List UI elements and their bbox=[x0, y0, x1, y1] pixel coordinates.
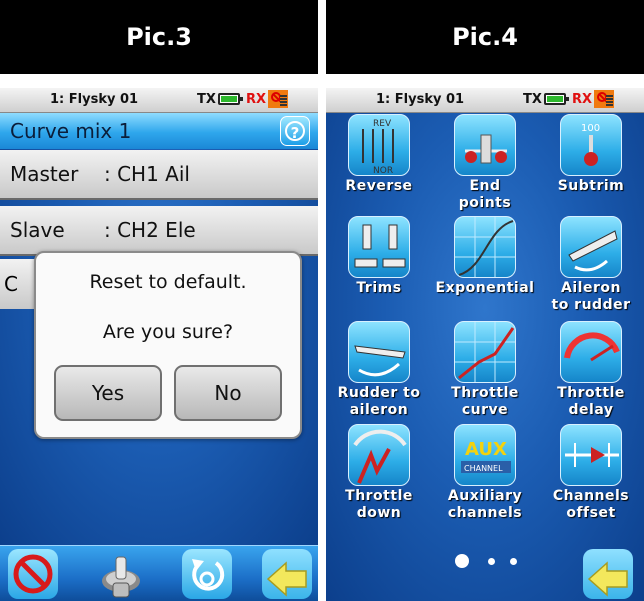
battery-icon bbox=[218, 93, 243, 105]
menu-label: End points bbox=[458, 178, 512, 211]
page-title-bar: Curve mix 1 ? bbox=[0, 113, 318, 149]
menu-trims[interactable]: Trims bbox=[326, 216, 432, 297]
yes-button[interactable]: Yes bbox=[54, 365, 162, 421]
aileron-to-rudder-icon bbox=[560, 216, 622, 278]
menu-label: Channels offset bbox=[552, 488, 630, 521]
menu-label: Auxiliary channels bbox=[447, 488, 523, 521]
help-icon[interactable]: ? bbox=[280, 116, 310, 146]
reset-icon[interactable] bbox=[182, 549, 232, 599]
trims-icon bbox=[348, 216, 410, 278]
exponential-icon bbox=[454, 216, 516, 278]
menu-label: Throttle delay bbox=[557, 385, 625, 418]
menu-label: Exponential bbox=[435, 280, 535, 296]
curve-row-label: C bbox=[4, 272, 18, 296]
menu-label: Subtrim bbox=[557, 178, 625, 194]
dialog-question: Are you sure? bbox=[102, 321, 234, 343]
tx-label: TX bbox=[523, 92, 542, 107]
screen-pic3: Pic.3 1: Flysky 01 TX RX Curve mix 1 ? M… bbox=[0, 0, 318, 601]
menu-reverse[interactable]: REV NOR Reverse bbox=[326, 114, 432, 195]
channels-offset-icon bbox=[560, 424, 622, 486]
menu-throttle-down[interactable]: Throttle down bbox=[326, 424, 432, 522]
master-row[interactable]: Master : CH1 Ail bbox=[0, 150, 318, 200]
svg-text:AUX: AUX bbox=[465, 439, 507, 460]
status-bar: 1: Flysky 01 TX RX bbox=[326, 88, 644, 113]
pic-caption: Pic.3 bbox=[0, 0, 318, 74]
master-value: : CH1 Ail bbox=[104, 162, 190, 186]
menu-throttle-curve[interactable]: Throttle curve bbox=[432, 321, 538, 419]
menu-throttle-delay[interactable]: Throttle delay bbox=[538, 321, 644, 419]
svg-text:CHANNEL: CHANNEL bbox=[464, 464, 503, 473]
rudder-to-aileron-icon bbox=[348, 321, 410, 383]
rx-label: RX bbox=[246, 92, 267, 107]
battery-icon bbox=[544, 93, 569, 105]
divider bbox=[326, 74, 644, 88]
back-icon[interactable] bbox=[262, 549, 312, 599]
menu-exponential[interactable]: Exponential bbox=[432, 216, 538, 297]
menu-channels-offset[interactable]: Channels offset bbox=[538, 424, 644, 522]
bottom-toolbar bbox=[0, 545, 318, 601]
divider bbox=[0, 74, 318, 88]
screen-pic4: Pic.4 1: Flysky 01 TX RX REV NOR Reverse… bbox=[326, 0, 644, 601]
svg-text:NOR: NOR bbox=[373, 166, 393, 176]
menu-subtrim[interactable]: 100 Subtrim bbox=[538, 114, 644, 195]
page-title: Curve mix 1 bbox=[10, 119, 132, 143]
menu-auxiliary-channels[interactable]: AUX CHANNEL Auxiliary channels bbox=[432, 424, 538, 522]
menu-end-points[interactable]: End points bbox=[432, 114, 538, 212]
menu-label: Trims bbox=[356, 280, 402, 296]
menu-label: Reverse bbox=[345, 178, 413, 194]
slave-value: : CH2 Ele bbox=[104, 218, 196, 242]
pic-caption: Pic.4 bbox=[326, 0, 644, 74]
subtrim-icon: 100 bbox=[560, 114, 622, 176]
svg-text:100: 100 bbox=[581, 123, 600, 134]
confirm-dialog: Reset to default. Are you sure? Yes No bbox=[34, 251, 302, 439]
master-label: Master bbox=[10, 162, 79, 186]
menu-label: Throttle curve bbox=[451, 385, 519, 418]
model-name: 1: Flysky 01 bbox=[50, 92, 139, 107]
end-points-icon bbox=[454, 114, 516, 176]
disable-icon[interactable] bbox=[8, 549, 58, 599]
tx-label: TX bbox=[197, 92, 216, 107]
reverse-icon: REV NOR bbox=[348, 114, 410, 176]
throttle-down-icon bbox=[348, 424, 410, 486]
auxiliary-channels-icon: AUX CHANNEL bbox=[454, 424, 516, 486]
page-dot[interactable] bbox=[488, 558, 495, 565]
menu-label: Aileron to rudder bbox=[551, 280, 631, 313]
throttle-curve-icon bbox=[454, 321, 516, 383]
switch-icon[interactable] bbox=[96, 549, 146, 599]
no-signal-icon bbox=[594, 90, 614, 108]
svg-text:REV: REV bbox=[373, 119, 392, 129]
back-icon[interactable] bbox=[583, 549, 633, 599]
rx-label: RX bbox=[572, 92, 593, 107]
page-dot-active[interactable] bbox=[455, 554, 469, 568]
menu-rudder-to-aileron[interactable]: Rudder to aileron bbox=[326, 321, 432, 419]
no-signal-icon bbox=[268, 90, 288, 108]
toolbar-divider bbox=[0, 545, 318, 546]
slave-label: Slave bbox=[10, 218, 65, 242]
throttle-delay-icon bbox=[560, 321, 622, 383]
dialog-message: Reset to default. bbox=[89, 271, 247, 293]
status-bar: 1: Flysky 01 TX RX bbox=[0, 88, 318, 113]
menu-label: Rudder to aileron bbox=[337, 385, 421, 418]
menu-label: Throttle down bbox=[345, 488, 413, 521]
menu-aileron-to-rudder[interactable]: Aileron to rudder bbox=[538, 216, 644, 314]
no-button[interactable]: No bbox=[174, 365, 282, 421]
model-name: 1: Flysky 01 bbox=[376, 92, 465, 107]
page-dot[interactable] bbox=[510, 558, 517, 565]
slave-row[interactable]: Slave : CH2 Ele bbox=[0, 206, 318, 256]
